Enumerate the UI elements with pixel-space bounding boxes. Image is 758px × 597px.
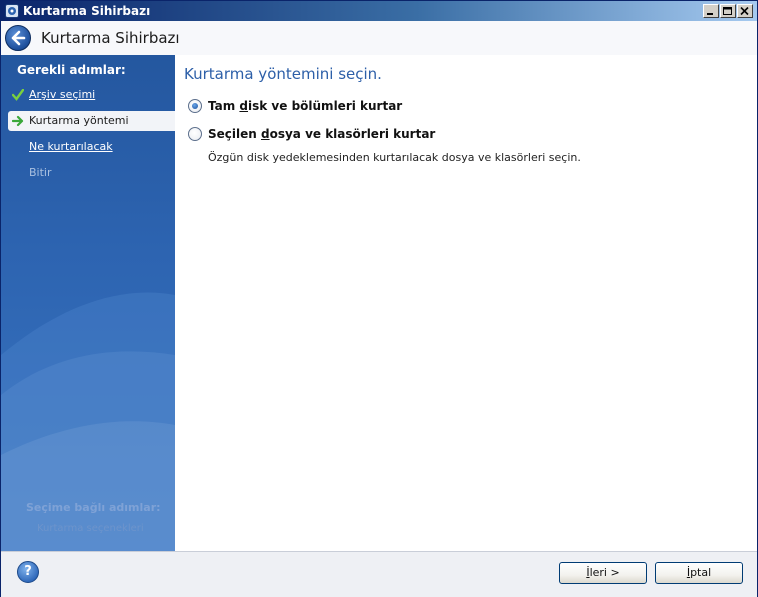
radio-files-folders[interactable] xyxy=(188,127,202,141)
maximize-button[interactable] xyxy=(720,4,736,18)
option-label-text: Tam xyxy=(208,99,240,113)
radio-full-disk[interactable] xyxy=(188,99,202,113)
back-button[interactable] xyxy=(5,25,31,51)
option-description: Özgün disk yedeklemesinden kurtarılacak … xyxy=(208,151,581,164)
step-what-to-recover[interactable]: Ne kurtarılacak xyxy=(8,137,175,157)
option-access-key: d xyxy=(260,127,270,141)
step-label: Kurtarma yöntemi xyxy=(29,114,129,127)
option-access-key: d xyxy=(239,99,249,113)
title-bar[interactable]: Kurtarma Sihirbazı xyxy=(1,1,757,21)
help-icon[interactable]: ? xyxy=(17,561,39,583)
wizard-header: Kurtarma Sihirbazı xyxy=(1,21,757,56)
option-label-text: isk ve bölümleri kurtar xyxy=(248,99,403,113)
wizard-window: Kurtarma Sihirbazı Kurtarma Sihirbazı Ge… xyxy=(0,0,758,597)
minimize-button[interactable] xyxy=(703,4,719,18)
required-steps-heading: Gerekli adımlar: xyxy=(17,63,126,77)
step-label: Bitir xyxy=(29,166,52,179)
back-arrow-icon xyxy=(11,30,26,46)
arrow-right-icon xyxy=(12,115,24,127)
cancel-button[interactable]: İptal xyxy=(655,562,743,584)
step-archive-selection[interactable]: Arşiv seçimi xyxy=(8,85,175,105)
cancel-label: ptal xyxy=(690,566,712,579)
option-label-text: Seçilen xyxy=(208,127,261,141)
step-finish: Bitir xyxy=(8,163,175,183)
optional-step-recovery-options: Kurtarma seçenekleri xyxy=(37,523,144,534)
maximize-icon xyxy=(723,7,732,15)
page-title: Kurtarma yöntemini seçin. xyxy=(184,65,382,83)
app-icon xyxy=(5,4,19,18)
next-button[interactable]: İleri > xyxy=(559,562,647,584)
close-button[interactable] xyxy=(737,4,753,18)
optional-steps-heading: Seçime bağlı adımlar: xyxy=(26,501,161,514)
option-label-text: osya ve klasörleri kurtar xyxy=(269,127,436,141)
step-label: Ne kurtarılacak xyxy=(29,140,113,153)
wizard-footer: ? İleri > İptal xyxy=(1,551,757,597)
close-icon xyxy=(740,7,749,16)
step-recovery-method[interactable]: Kurtarma yöntemi xyxy=(8,111,175,131)
step-label: Arşiv seçimi xyxy=(29,88,96,101)
main-content: Kurtarma yöntemini seçin. Tam disk ve bö… xyxy=(175,55,757,551)
checkmark-icon xyxy=(12,89,24,101)
minimize-icon xyxy=(707,13,713,15)
steps-sidebar: Gerekli adımlar: Arşiv seçimi Kurtarma y… xyxy=(1,55,175,551)
header-title: Kurtarma Sihirbazı xyxy=(41,29,180,47)
radio-selected-dot xyxy=(192,103,198,109)
option-label[interactable]: Tam disk ve bölümleri kurtar xyxy=(208,99,402,114)
option-label[interactable]: Seçilen dosya ve klasörleri kurtar xyxy=(208,127,435,142)
next-label: leri > xyxy=(589,566,620,579)
window-title: Kurtarma Sihirbazı xyxy=(23,4,151,18)
